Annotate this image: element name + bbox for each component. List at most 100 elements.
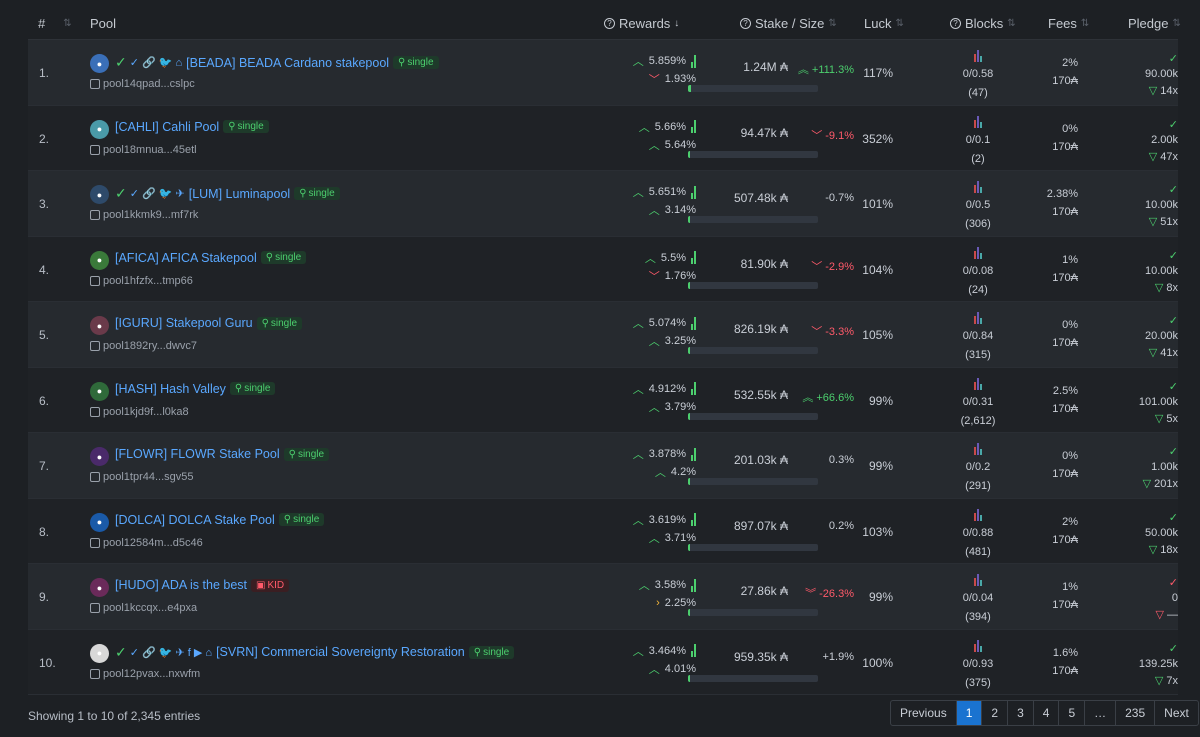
pool-id[interactable]: pool12584m...d5c46	[90, 537, 203, 549]
rewards-cell: ︿ 3.464% ︿ 4.01%	[632, 644, 696, 676]
pool-id[interactable]: pool12pvax...nxwfm	[90, 668, 200, 680]
social-badges[interactable]: ✓ ✓ 🔗 🐦 ⌂	[115, 54, 182, 71]
pool-logo: ●	[90, 316, 109, 335]
filter-icon: ▽	[1148, 543, 1158, 556]
kid-tag: ▣ KID	[251, 578, 290, 592]
pool-name-link[interactable]: [CAHLI] Cahli Pool	[115, 120, 219, 134]
pool-name-link[interactable]: [LUM] Luminapool	[189, 187, 290, 201]
table-row[interactable]: 1. ● ✓ ✓ 🔗 🐦 ⌂ [BEADA] BEADA Cardano stak…	[28, 40, 1178, 106]
blocks-cell: 0/0.1 (2)	[928, 114, 1028, 165]
pledge-cell: ✓ 139.25k ▽ 7x	[1108, 642, 1178, 690]
pagination-page[interactable]: 235	[1116, 701, 1156, 725]
col-pool[interactable]: Pool	[90, 16, 116, 31]
copy-icon[interactable]	[90, 210, 100, 220]
social-badges[interactable]: ✓ ✓ 🔗 🐦 ✈ f ▶ ⌂	[115, 644, 212, 661]
copy-icon[interactable]	[90, 472, 100, 482]
col-luck[interactable]: Luck ⇅	[864, 16, 904, 31]
copy-icon[interactable]	[90, 275, 100, 286]
pagination-page[interactable]: 5	[1059, 701, 1086, 725]
pool-table: # ⇅ Pool ? Rewards ↓ ? Stake / Size ⇅ Luck ⇅ ?…	[28, 7, 1181, 695]
pool-logo: ●	[90, 578, 109, 597]
pool-name-link[interactable]: [HUDO] ADA is the best	[115, 578, 247, 592]
table-row[interactable]: 4. ● [AFICA] AFICA Stakepool ⚲ single poo…	[28, 236, 1178, 302]
pool-name-link[interactable]: [FLOWR] FLOWR Stake Pool	[115, 447, 280, 461]
pledge-met-icon: ✓	[1168, 184, 1178, 196]
copy-icon[interactable]	[90, 537, 100, 548]
rank: 1.	[39, 66, 50, 80]
copy-icon[interactable]	[90, 406, 100, 417]
table-row[interactable]: 9. ● [HUDO] ADA is the best ▣ KID pool1kc…	[28, 564, 1178, 630]
rewards-cell: ︿ 3.878% ︿ 4.2%	[632, 447, 696, 479]
trend-up-icon: ︿	[632, 383, 644, 396]
copy-icon[interactable]	[90, 668, 100, 679]
table-header: # ⇅ Pool ? Rewards ↓ ? Stake / Size ⇅ Luck ⇅ ?…	[28, 7, 1181, 40]
table-row[interactable]: 10. ● ✓ ✓ 🔗 🐦 ✈ f ▶ ⌂ [SVRN] Commercial S…	[28, 629, 1178, 695]
user-icon: ⚲	[299, 188, 307, 199]
copy-icon[interactable]	[90, 341, 100, 351]
luck-value: 352%	[862, 131, 893, 146]
pool-id[interactable]: pool1tpr44...sgv55	[90, 471, 194, 483]
pool-name-link[interactable]: [BEADA] BEADA Cardano stakepool	[186, 56, 389, 70]
pool-id[interactable]: pool1892ry...dwvc7	[90, 340, 197, 352]
blocks-mini-chart	[928, 48, 1028, 62]
col-blocks[interactable]: ? Blocks ⇅	[950, 16, 1016, 31]
pagination-page[interactable]: 1	[956, 701, 983, 725]
user-icon: ⚲	[288, 448, 296, 460]
pool-name-link[interactable]: [SVRN] Commercial Sovereignty Restoratio…	[216, 645, 465, 659]
social-badges[interactable]: ✓ ✓ 🔗 🐦 ✈	[115, 185, 185, 202]
pagination-page[interactable]: 3	[1008, 701, 1034, 725]
saturation-bar	[688, 412, 818, 420]
luck-value: 99%	[868, 590, 893, 604]
trend-up-icon: ︿	[648, 663, 660, 676]
filter-icon: ▽	[1148, 216, 1158, 228]
trend-up-icon: ︿	[654, 467, 666, 479]
luck-value: 100%	[862, 655, 893, 670]
trend-up-icon: ︿	[648, 336, 660, 348]
copy-icon[interactable]	[90, 144, 100, 155]
pledge-cell: ✓ 10.00k ▽ 8x	[1108, 249, 1178, 297]
table-row[interactable]: 6. ● [HASH] Hash Valley ⚲ single pool1kjd…	[28, 367, 1178, 433]
pagination-next[interactable]: Next	[1155, 701, 1198, 725]
col-stake-size[interactable]: ? Stake / Size ⇅	[740, 16, 837, 31]
pagination-page[interactable]: 4	[1034, 701, 1060, 725]
luck-value: 99%	[868, 393, 893, 408]
trend-up-icon: ︿	[632, 318, 644, 330]
trend-right-icon: ›	[656, 597, 660, 609]
pool-name-link[interactable]: [DOLCA] DOLCA Stake Pool	[115, 513, 275, 527]
rank: 2.	[39, 131, 50, 146]
table-row[interactable]: 2. ● [CAHLI] Cahli Pool ⚲ single pool18mn…	[28, 105, 1178, 171]
pool-id[interactable]: pool1hfzfx...tmp66	[90, 275, 193, 287]
pool-id[interactable]: pool14qpad...cslpc	[90, 78, 195, 90]
luck-value: 103%	[862, 524, 893, 539]
trend-up-icon: ︿	[644, 252, 656, 265]
pool-id[interactable]: pool1kjd9f...l0ka8	[90, 406, 189, 418]
col-pledge[interactable]: Pledge ⇅	[1128, 16, 1181, 31]
pagination-page[interactable]: 2	[982, 701, 1009, 725]
pool-id[interactable]: pool18mnua...45etl	[90, 144, 197, 156]
pagination-previous[interactable]: Previous	[891, 701, 957, 725]
pool-name-link[interactable]: [HASH] Hash Valley	[115, 382, 226, 396]
pool-id[interactable]: pool1kkmk9...mf7rk	[90, 209, 198, 221]
table-row[interactable]: 5. ● [IGURU] Stakepool Guru ⚲ single pool…	[28, 302, 1178, 368]
copy-icon[interactable]	[90, 603, 100, 613]
pool-name-link[interactable]: [AFICA] AFICA Stakepool	[115, 251, 257, 265]
rank: 7.	[39, 459, 50, 473]
trend-up-icon: ︿	[648, 532, 660, 545]
col-rank[interactable]: # ⇅	[38, 16, 72, 31]
pagination-ellipsis: …	[1085, 701, 1117, 725]
saturation-bar	[688, 216, 818, 223]
trend-down-icon: ﹀	[811, 129, 823, 142]
table-row[interactable]: 8. ● [DOLCA] DOLCA Stake Pool ⚲ single po…	[28, 498, 1178, 564]
rank: 10.	[39, 655, 56, 670]
fees-cell: 0% 170₳	[1052, 450, 1078, 480]
table-row[interactable]: 7. ● [FLOWR] FLOWR Stake Pool ⚲ single po…	[28, 433, 1178, 499]
pool-id[interactable]: pool1kccqx...e4pxa	[90, 602, 197, 614]
pool-name-link[interactable]: [IGURU] Stakepool Guru	[115, 316, 253, 330]
trend-down-icon: ﹀	[648, 270, 660, 283]
col-rewards[interactable]: ? Rewards ↓	[604, 16, 679, 31]
table-row[interactable]: 3. ● ✓ ✓ 🔗 🐦 ✈ [LUM] Luminapool ⚲ single p…	[28, 171, 1178, 237]
rewards-cell: ︿ 5.074% ︿ 3.25%	[632, 316, 696, 348]
col-fees[interactable]: Fees ⇅	[1048, 16, 1089, 31]
single-tag: ⚲ single	[468, 645, 515, 659]
copy-icon[interactable]	[90, 79, 100, 89]
